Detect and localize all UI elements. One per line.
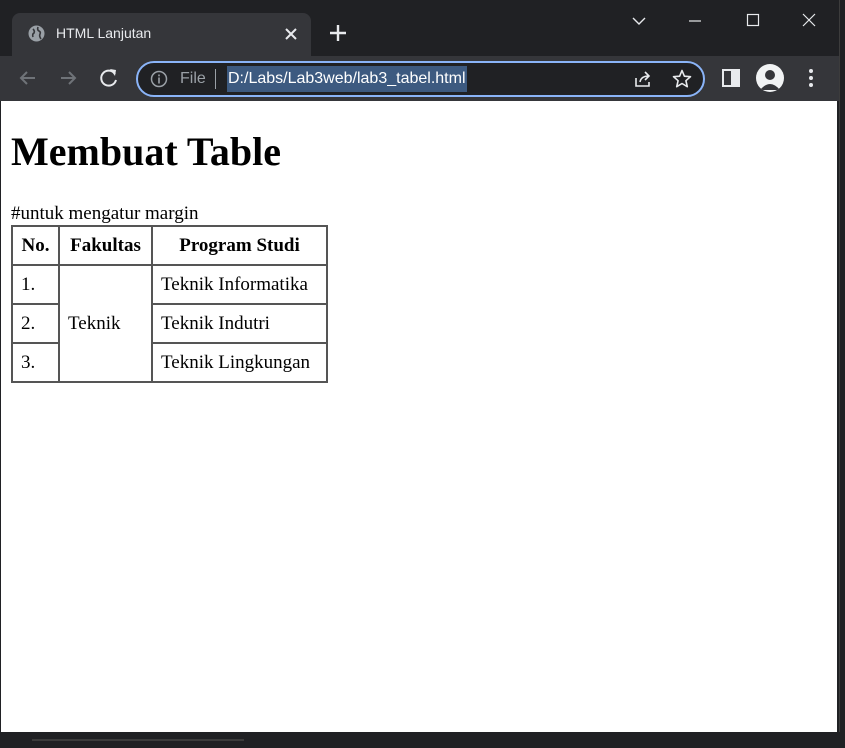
browser-window: HTML Lanjutan File D:/Labs/Lab3web/lab3_… bbox=[0, 0, 840, 732]
url-text[interactable]: D:/Labs/Lab3web/lab3_tabel.html bbox=[227, 66, 467, 92]
close-window-button[interactable] bbox=[794, 6, 824, 36]
header-no: No. bbox=[11, 225, 60, 266]
toolbar: File D:/Labs/Lab3web/lab3_tabel.html bbox=[0, 56, 839, 101]
arrow-right-icon bbox=[61, 71, 77, 85]
maximize-button[interactable] bbox=[738, 6, 768, 36]
reload-button[interactable] bbox=[96, 65, 122, 91]
table-row: 1. Teknik Teknik Informatika bbox=[11, 264, 328, 383]
tab-html-lanjutan[interactable]: HTML Lanjutan bbox=[12, 13, 311, 56]
page-title: Membuat Table bbox=[11, 129, 282, 174]
plus-icon bbox=[330, 25, 346, 41]
close-icon bbox=[802, 13, 816, 27]
taskbar-divider bbox=[32, 739, 244, 741]
cell-program: Teknik Lingkungan bbox=[151, 342, 328, 383]
cell-fakultas: Teknik bbox=[58, 264, 153, 383]
faculty-table: No. Fakultas Program Studi 1. Teknik Tek… bbox=[11, 225, 328, 383]
cell-no: 1. bbox=[11, 264, 60, 305]
scheme-label: File bbox=[180, 70, 206, 87]
tab-search-button[interactable] bbox=[624, 6, 654, 36]
side-panel-button[interactable] bbox=[718, 65, 744, 91]
cell-no: 3. bbox=[11, 342, 60, 383]
side-panel-icon bbox=[722, 69, 740, 87]
globe-icon bbox=[28, 25, 45, 42]
back-button[interactable] bbox=[15, 65, 41, 91]
header-fakultas: Fakultas bbox=[58, 225, 153, 266]
minimize-icon bbox=[689, 20, 701, 22]
header-program-studi: Program Studi bbox=[151, 225, 328, 266]
share-icon[interactable] bbox=[632, 68, 654, 90]
cell-program: Teknik Indutri bbox=[151, 303, 328, 344]
table-header-row: No. Fakultas Program Studi bbox=[11, 225, 328, 266]
maximize-icon bbox=[746, 13, 760, 27]
avatar-icon[interactable] bbox=[756, 64, 784, 92]
address-bar[interactable]: File D:/Labs/Lab3web/lab3_tabel.html bbox=[136, 61, 705, 97]
info-icon[interactable] bbox=[150, 70, 168, 88]
cell-program: Teknik Informatika bbox=[151, 264, 328, 305]
close-icon[interactable] bbox=[280, 23, 302, 45]
cell-no: 2. bbox=[11, 303, 60, 344]
chevron-down-icon bbox=[632, 17, 646, 25]
tab-title: HTML Lanjutan bbox=[56, 25, 152, 41]
arrow-left-icon bbox=[19, 71, 35, 85]
page-content: Membuat Table #untuk mengatur margin No.… bbox=[1, 101, 837, 732]
forward-button[interactable] bbox=[55, 65, 81, 91]
divider bbox=[215, 69, 216, 89]
kebab-menu-icon[interactable] bbox=[798, 65, 824, 91]
new-tab-button[interactable] bbox=[325, 20, 351, 46]
minimize-button[interactable] bbox=[680, 6, 710, 36]
margin-note: #untuk mengatur margin bbox=[11, 203, 199, 224]
tab-strip: HTML Lanjutan bbox=[0, 0, 839, 56]
star-icon[interactable] bbox=[671, 68, 693, 90]
reload-icon bbox=[100, 69, 117, 87]
